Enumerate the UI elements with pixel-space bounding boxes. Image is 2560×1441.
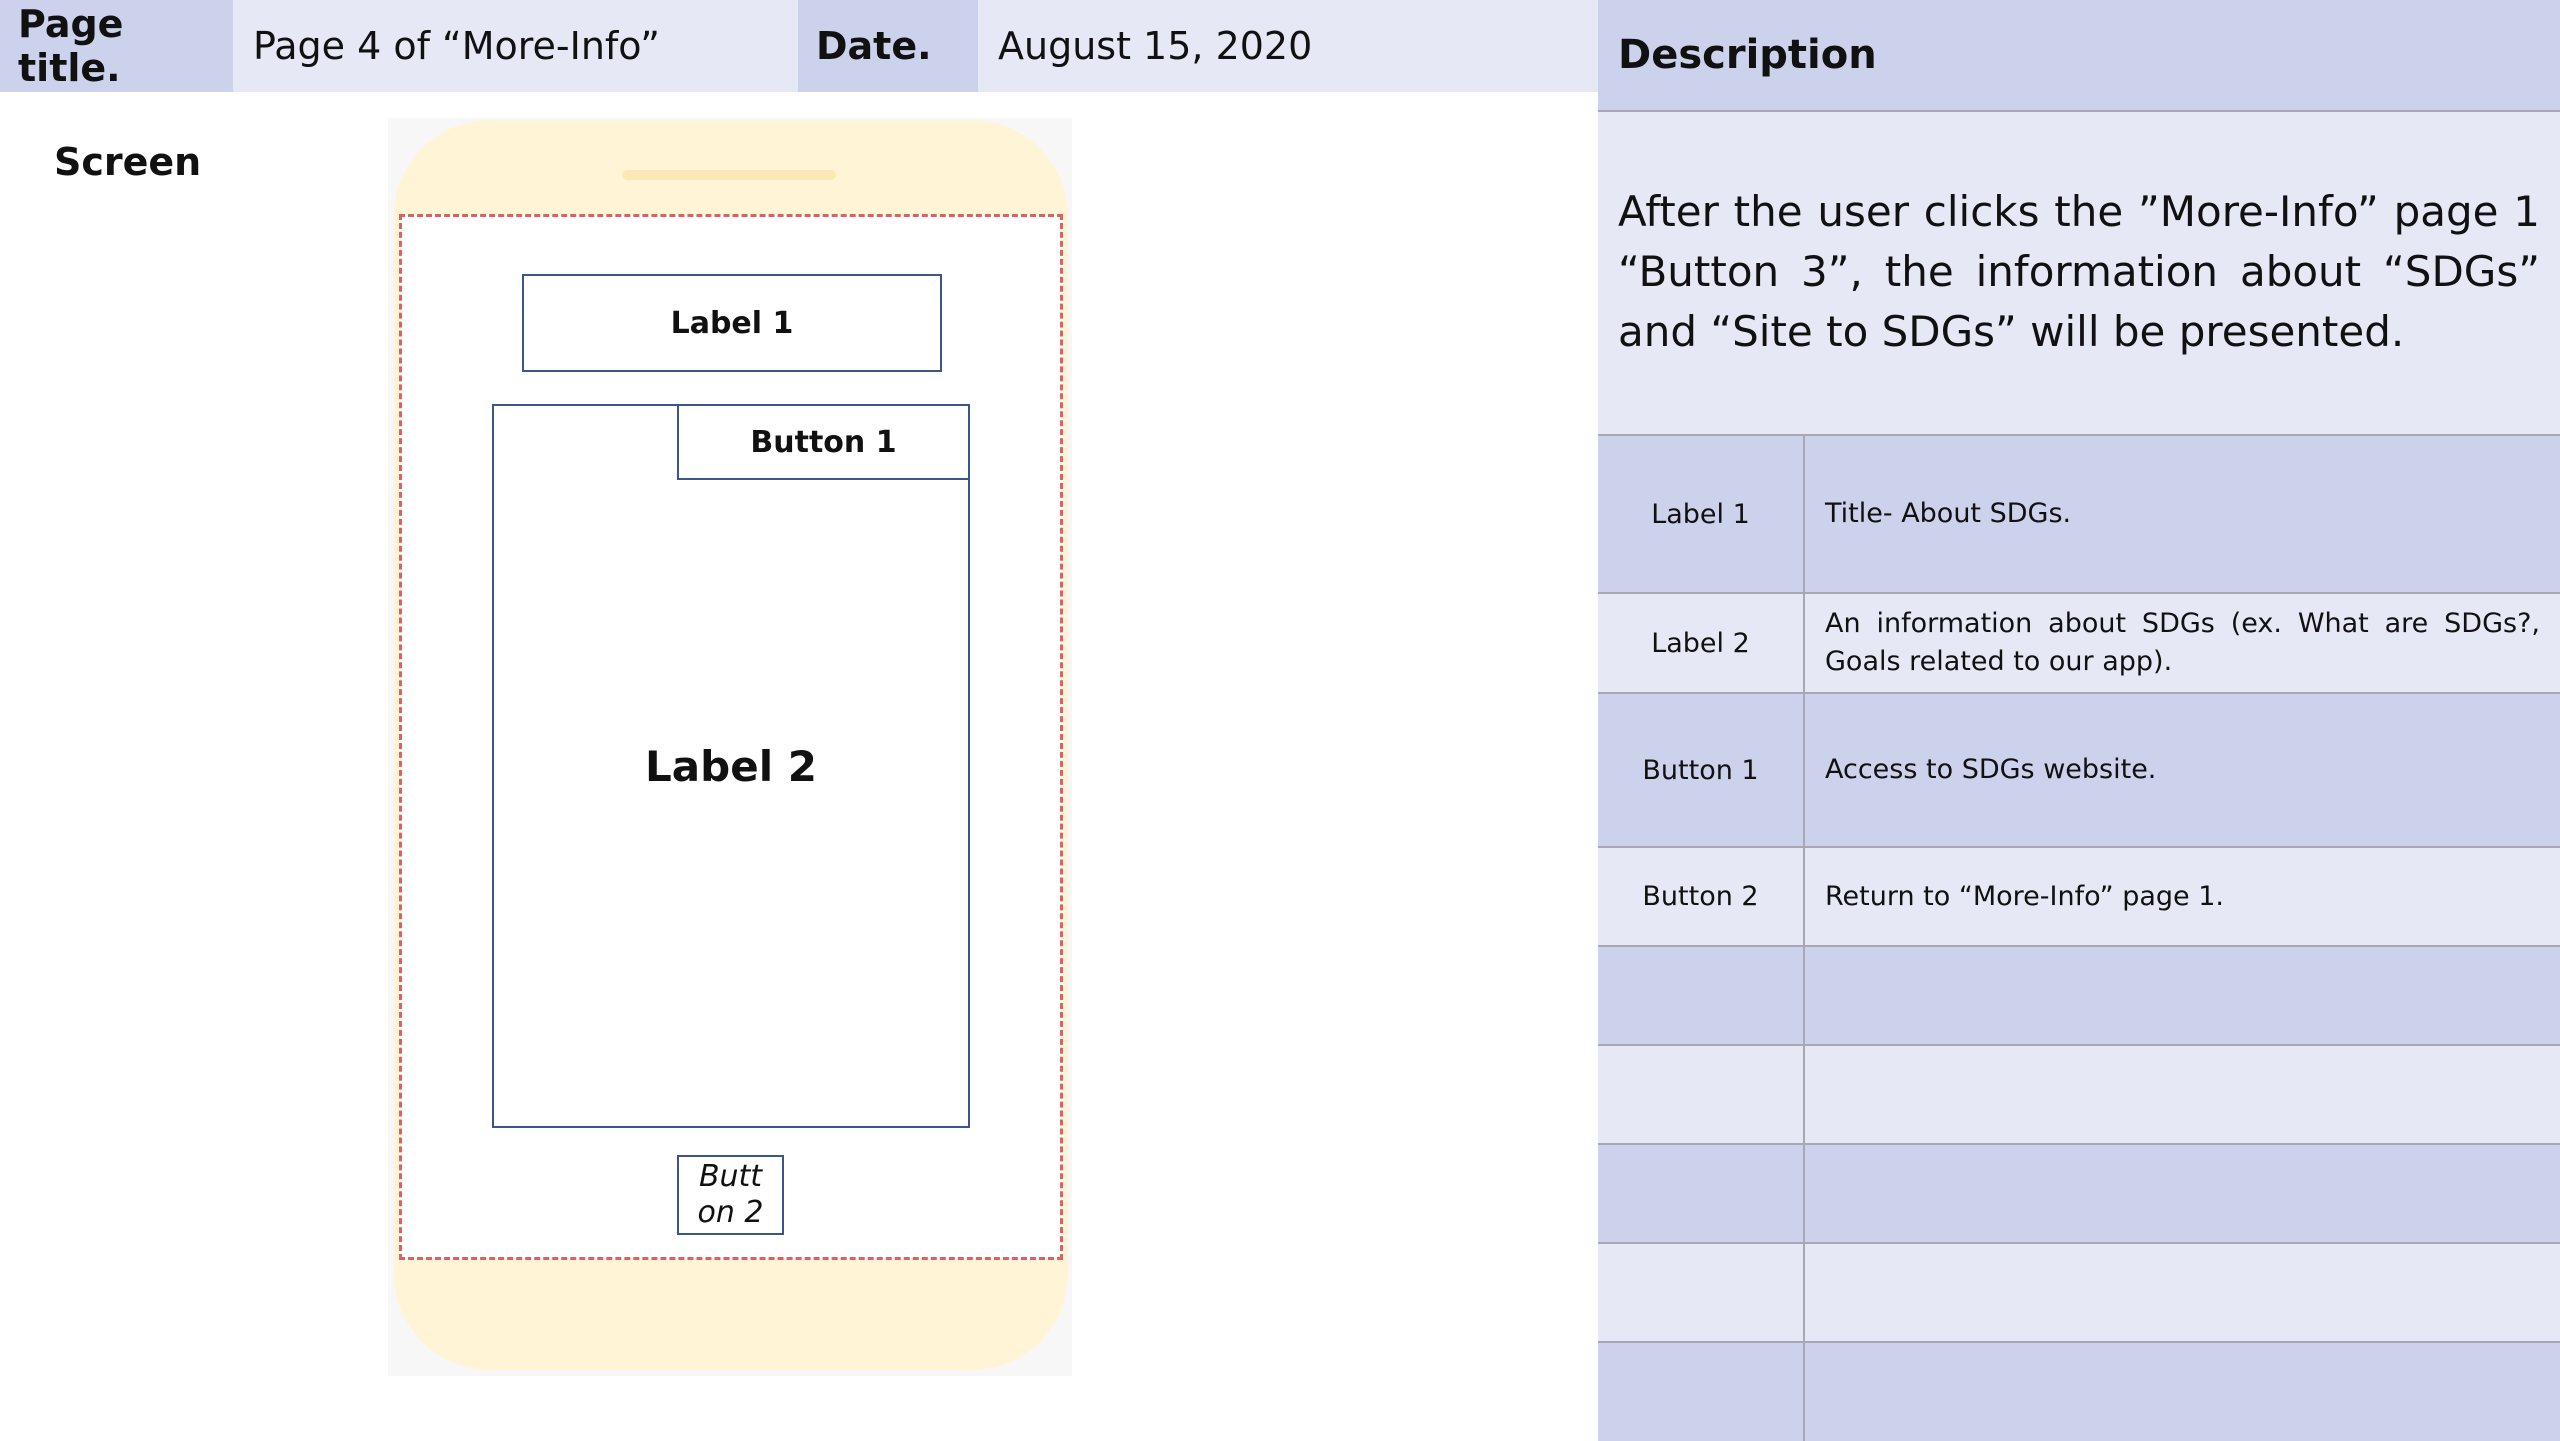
row-value [1804,1143,2560,1243]
row-key [1598,945,1805,1045]
row-value: Return to “More-Info” page 1. [1804,846,2560,946]
wire-button-2-line2: on 2 [697,1195,764,1230]
phone-speaker [622,170,836,180]
row-value: Access to SDGs website. [1804,692,2560,847]
wire-label-2-text: Label 2 [645,741,817,791]
date-label: Date. [798,0,978,92]
row-key: Label 2 [1598,592,1805,693]
table-row: Button 2 Return to “More-Info” page 1. [1598,846,2560,946]
wire-button-2[interactable]: Butt on 2 [677,1155,784,1235]
table-row [1598,1242,2560,1342]
page-title-value: Page 4 of “More-Info” [233,0,798,92]
table-row [1598,1341,2560,1441]
row-key [1598,1341,1805,1441]
page-title-label: Page title. [0,0,233,92]
row-value [1804,1044,2560,1144]
row-key: Button 2 [1598,846,1805,946]
row-value: An information about SDGs (ex. What are … [1804,592,2560,693]
description-text: After the user clicks the ”More-Info” pa… [1598,112,2560,434]
wire-button-2-text: Butt on 2 [698,1159,764,1231]
wire-label-2: Label 2 [492,404,970,1128]
wire-label-1: Label 1 [522,274,942,372]
table-row [1598,1143,2560,1243]
row-key [1598,1143,1805,1243]
row-value [1804,945,2560,1045]
row-value [1804,1341,2560,1441]
row-key [1598,1044,1805,1144]
table-row: Label 2 An information about SDGs (ex. W… [1598,592,2560,693]
table-row [1598,945,2560,1045]
component-table: Label 1 Title- About SDGs. Label 2 An in… [1598,434,2560,1441]
row-key: Button 1 [1598,692,1805,847]
wire-button-1[interactable]: Button 1 [677,404,970,480]
date-value: August 15, 2020 [978,0,1598,92]
table-row: Label 1 Title- About SDGs. [1598,434,2560,593]
table-row: Button 1 Access to SDGs website. [1598,692,2560,847]
row-key: Label 1 [1598,434,1805,593]
row-value [1804,1242,2560,1342]
screen-label: Screen [54,140,202,184]
row-key [1598,1242,1805,1342]
description-header: Description [1598,0,2560,112]
row-value: Title- About SDGs. [1804,434,2560,593]
wire-button-2-line1: Butt [698,1159,763,1194]
table-row [1598,1044,2560,1144]
